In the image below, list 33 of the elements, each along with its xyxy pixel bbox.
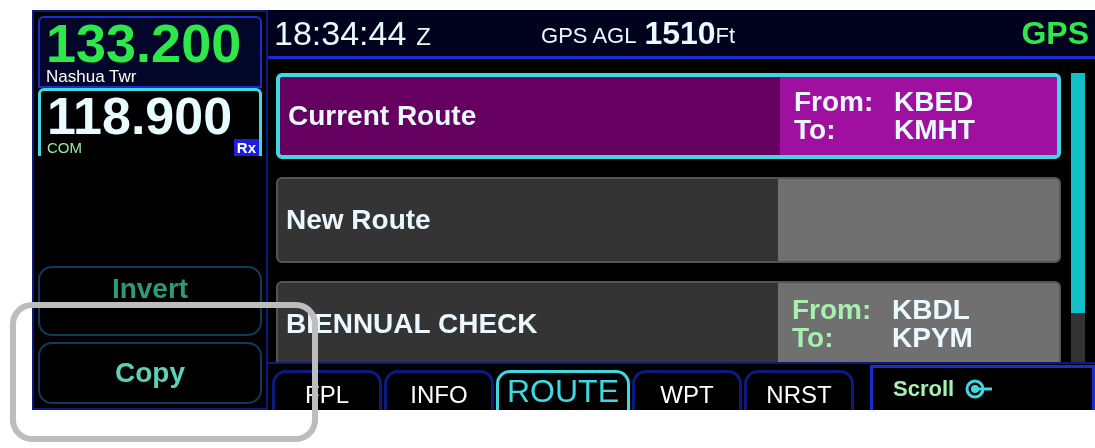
- tab[interactable]: NRST: [744, 370, 854, 410]
- scroll-label: Scroll: [893, 376, 955, 402]
- nav-source: GPS: [1021, 14, 1089, 52]
- standby-frequency: 118.900: [47, 93, 234, 139]
- rx-badge: Rx: [233, 139, 259, 156]
- agl-unit: Ft: [715, 23, 736, 49]
- to-waypoint: KPYM: [892, 324, 973, 352]
- route-row[interactable]: Current Route From: KBED To: KMHT: [276, 73, 1061, 159]
- station-name: Nashua Twr: [46, 68, 138, 86]
- scrollbar-thumb[interactable]: [1071, 73, 1085, 313]
- agl-value: 1510: [644, 14, 716, 52]
- route-name: New Route: [286, 204, 431, 236]
- standby-frequency-box[interactable]: 118.900 COM Rx: [38, 88, 262, 156]
- route-row[interactable]: New Route: [276, 177, 1061, 263]
- tab[interactable]: WPT: [632, 370, 742, 410]
- tab[interactable]: ROUTE: [496, 370, 630, 410]
- scrollbar[interactable]: [1071, 73, 1085, 362]
- active-frequency: 133.200: [46, 18, 243, 68]
- clock-time: 18:34:44: [274, 13, 407, 53]
- from-label: From:: [792, 296, 873, 324]
- tab[interactable]: INFO: [384, 370, 494, 410]
- from-waypoint: KBED: [894, 88, 974, 116]
- to-waypoint: KMHT: [894, 116, 975, 144]
- knob-icon: [964, 378, 995, 400]
- softkey-button[interactable]: Copy: [38, 342, 262, 404]
- time-zone: Z: [416, 23, 432, 51]
- from-waypoint: KBDL: [892, 296, 970, 324]
- to-label: To:: [792, 324, 835, 352]
- to-label: To:: [794, 116, 837, 144]
- route-name: Current Route: [288, 100, 477, 132]
- com-label: COM: [47, 139, 82, 156]
- from-label: From:: [794, 88, 875, 116]
- agl-label: GPS AGL: [541, 23, 637, 49]
